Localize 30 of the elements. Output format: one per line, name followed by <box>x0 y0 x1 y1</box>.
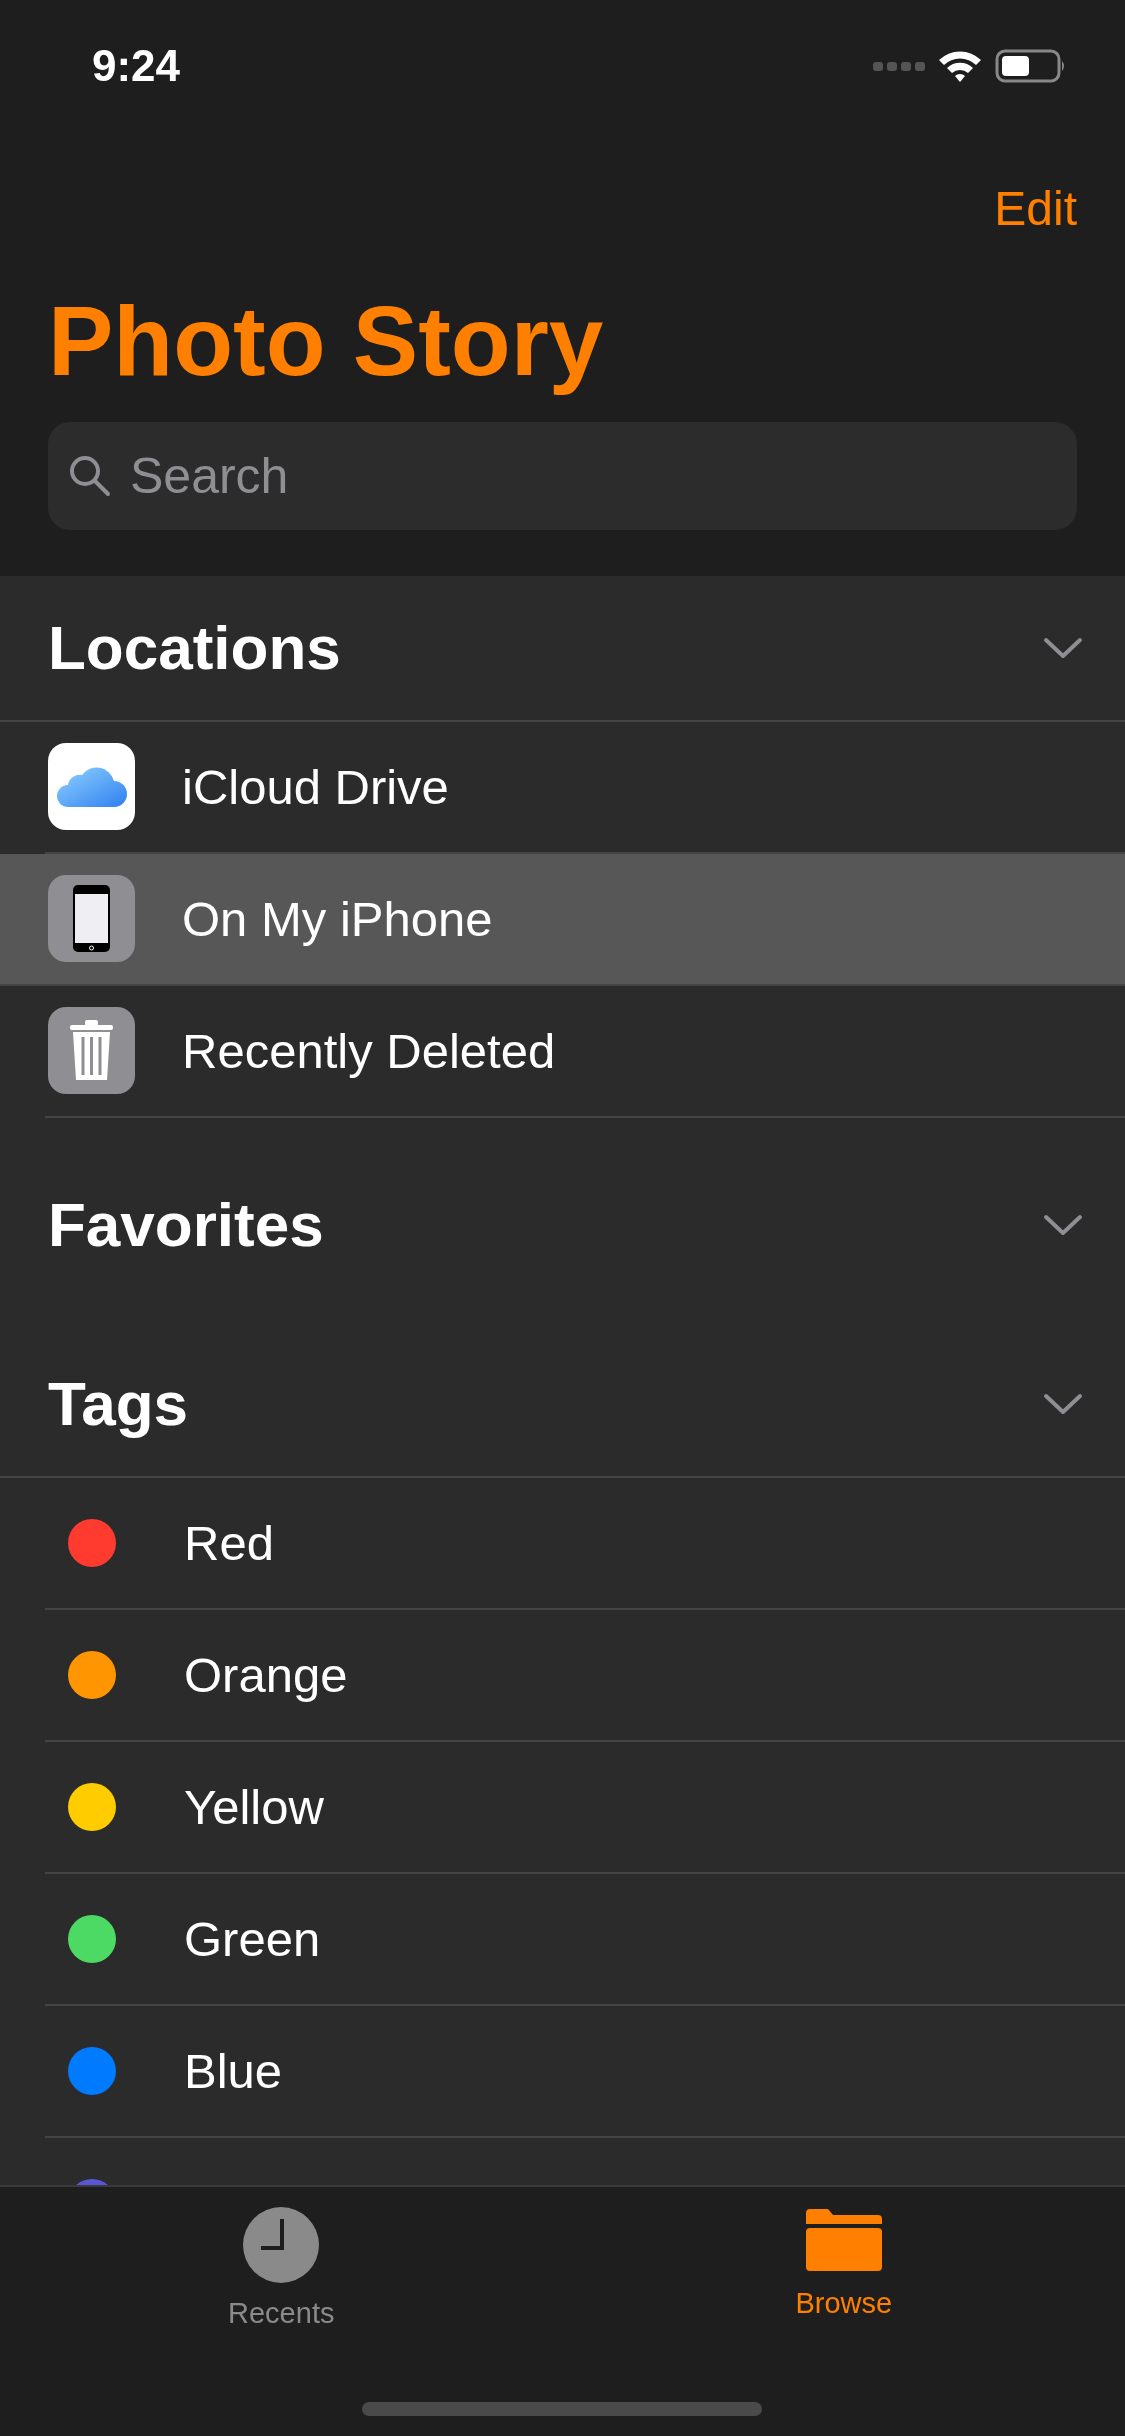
location-row[interactable]: On My iPhone <box>0 853 1125 986</box>
search-icon <box>68 453 112 498</box>
tab-button[interactable]: Recents <box>0 2187 563 2367</box>
trash-icon <box>48 1007 135 1095</box>
battery-icon <box>995 49 1067 83</box>
status-time: 9:24 <box>92 41 181 91</box>
chevron-icon[interactable] <box>1043 1212 1083 1237</box>
section-title: Favorites <box>48 1189 324 1261</box>
search-field[interactable]: Search <box>48 421 1077 530</box>
location-row[interactable]: Recently Deleted <box>45 985 1125 1118</box>
tag-row[interactable]: Green <box>45 1873 1125 2006</box>
chevron-icon[interactable] <box>1043 635 1083 660</box>
clock-icon <box>243 2207 320 2283</box>
tag-row[interactable]: Blue <box>45 2005 1125 2138</box>
page-title: Photo Story <box>48 288 605 396</box>
tag-row[interactable]: Red <box>45 1477 1125 1610</box>
folder-icon <box>805 2207 882 2273</box>
cloud-icon <box>48 743 135 831</box>
wifi-icon <box>937 49 983 83</box>
signal-icon <box>873 60 925 72</box>
chevron-icon[interactable] <box>1043 1391 1083 1416</box>
section-title: Tags <box>48 1368 189 1440</box>
edit-button[interactable]: Edit <box>994 181 1077 236</box>
section-title: Locations <box>48 612 341 684</box>
tag-row[interactable]: Orange <box>45 1609 1125 1742</box>
location-row[interactable]: iCloud Drive <box>45 721 1125 854</box>
tab-button[interactable]: Browse <box>562 2187 1125 2367</box>
tag-row[interactable]: Yellow <box>45 1741 1125 1874</box>
phone-icon <box>48 875 135 963</box>
search-input[interactable]: Search <box>128 445 1057 506</box>
